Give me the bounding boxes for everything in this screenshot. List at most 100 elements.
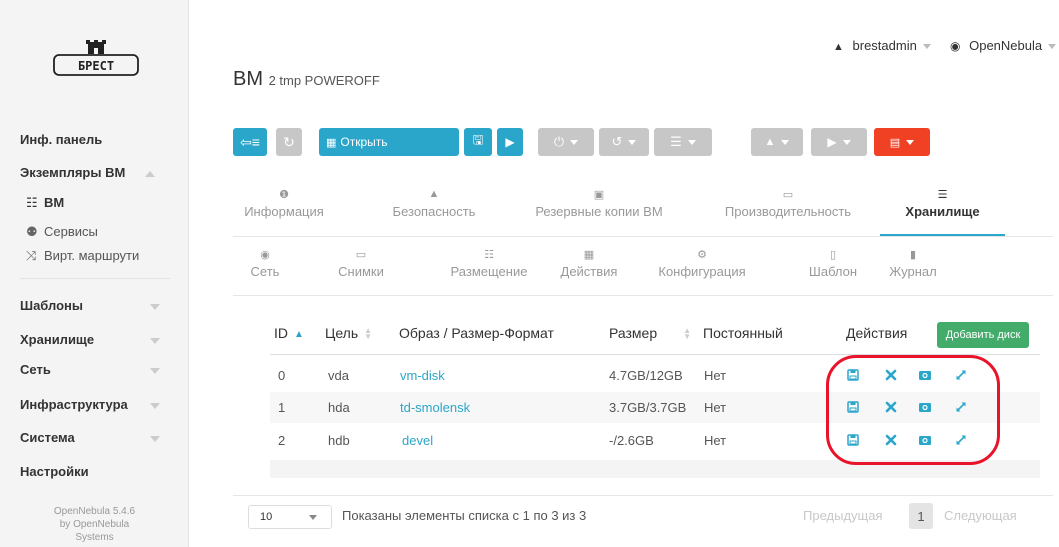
sidebar-item-services[interactable]: ⚉ Сервисы [26, 224, 98, 240]
globe-icon: ◉ [950, 39, 961, 53]
tab-conf[interactable]: ⚙ Конфигурация [640, 248, 764, 279]
column-header-label: Действия [846, 325, 908, 341]
play-button[interactable]: ▶ [497, 128, 523, 156]
version-text: OpenNebula 5.4.6 [53, 506, 136, 517]
sidebar-item-dashboard[interactable]: Инф. панель [20, 132, 102, 147]
tab-security[interactable]: ▲ Безопасность [375, 188, 493, 219]
play-icon: ▶ [505, 135, 515, 149]
column-header-persistent[interactable]: Постоянный [703, 325, 783, 341]
laptop-icon: ▭ [355, 249, 367, 261]
page-title: ВМ 2 tmp POWEROFF [233, 68, 380, 91]
sidebar-item-label: Инф. панель [20, 132, 103, 147]
services-icon: ⚉ [26, 224, 38, 239]
power-menu-button[interactable]: ⏻ [538, 128, 594, 156]
tab-snapshots[interactable]: ▭ Снимки [321, 248, 401, 279]
user-menu[interactable]: ▲ brestadmin [833, 38, 931, 53]
sidebar-item-settings[interactable]: Настройки [20, 464, 89, 479]
tab-log[interactable]: ▮ Журнал [878, 248, 948, 279]
file-text-icon: ▮ [909, 249, 917, 261]
chevron-down-icon [687, 139, 696, 145]
prev-page-button[interactable]: Предыдущая [803, 508, 883, 523]
svg-text:БРЕСТ: БРЕСТ [78, 59, 114, 73]
calendar-icon: ▦ [583, 249, 595, 261]
chevron-down-icon [781, 139, 790, 145]
disk-image-link[interactable]: vm-disk [400, 368, 445, 383]
tab-label: Производительность [724, 204, 852, 219]
disk-image-link[interactable]: devel [402, 433, 433, 448]
page-button-current[interactable]: 1 [909, 503, 933, 529]
trash-icon: ▤ [889, 136, 901, 149]
owner-menu-button[interactable]: ▲ [751, 128, 803, 156]
refresh-icon: ↻ [283, 133, 295, 150]
disk-id: 1 [278, 400, 286, 415]
chevron-up-icon [145, 171, 155, 177]
tab-storage[interactable]: ☰ Хранилище [880, 188, 1005, 219]
sidebar-item-vm-instances[interactable]: Экземпляры ВМ [20, 165, 155, 180]
tab-label: Резервные копии ВМ [535, 204, 663, 219]
disk-size: 3.7GB/3.7GB [609, 400, 687, 415]
sidebar-item-storage[interactable]: Хранилище [20, 332, 160, 347]
sidebar-item-label: Система [20, 430, 75, 445]
tag-icon: ▶ [827, 135, 837, 149]
sidebar-item-label: Шаблоны [20, 298, 83, 313]
reboot-menu-button[interactable]: ↺ [599, 128, 649, 156]
column-header-target[interactable]: Цель ▲ ▼ [325, 325, 372, 341]
tab-backups[interactable]: ▣ Резервные копии ВМ [519, 188, 679, 219]
sitemap-icon: ☷ [484, 249, 494, 261]
chevron-down-icon [150, 436, 160, 442]
sidebar-item-vms[interactable]: ☷ ВМ [26, 195, 64, 211]
chevron-down-icon [906, 139, 915, 145]
chevron-down-icon [570, 139, 579, 145]
disk-size: 4.7GB/12GB [609, 368, 683, 383]
column-header-image[interactable]: Образ / Размер-Формат [399, 325, 554, 341]
open-button[interactable]: ▦ Открыть [319, 135, 388, 149]
column-header-size[interactable]: Размер ▲ ▼ [609, 325, 691, 341]
labels-menu-button[interactable]: ▶ [811, 128, 867, 156]
back-to-list-button[interactable]: ⇦≡ [233, 128, 267, 156]
gear-icon: ⚙ [697, 249, 707, 261]
info-icon: ❶ [279, 189, 289, 201]
sidebar-item-system[interactable]: Система [20, 430, 160, 445]
tab-info[interactable]: ❶ Информация [236, 188, 332, 219]
brest-logo[interactable]: БРЕСТ [50, 40, 142, 78]
tab-capacity[interactable]: ▭ Производительность [704, 188, 872, 219]
tab-template[interactable]: ▯ Шаблон [793, 248, 873, 279]
grid-icon: ☷ [26, 195, 38, 210]
sidebar-item-label: Инфраструктура [20, 397, 128, 412]
sidebar-item-virtual-routers[interactable]: ⤨ Вирт. маршрути [26, 248, 139, 264]
tab-label: Безопасность [392, 204, 476, 219]
back-list-icon: ⇦≡ [240, 133, 260, 150]
window-icon: ▦ [326, 136, 337, 149]
column-header-label: Образ / Размер-Формат [399, 325, 554, 341]
delete-menu-button[interactable]: ▤ [874, 128, 930, 156]
sidebar-item-templates[interactable]: Шаблоны [20, 298, 160, 313]
user-icon: ▲ [833, 41, 844, 53]
page-size-value: 10 [260, 511, 273, 523]
add-disk-button[interactable]: Добавить диск [937, 322, 1029, 348]
chevron-down-icon [150, 403, 160, 409]
divider [233, 236, 1053, 237]
next-page-button[interactable]: Следующая [944, 508, 1017, 523]
vendor-link[interactable]: by OpenNebula [0, 518, 189, 531]
save-button[interactable]: 🖫 [464, 128, 492, 156]
add-disk-label: Добавить диск [945, 329, 1021, 341]
tab-network[interactable]: ◉ Сеть [238, 248, 292, 279]
zone-menu[interactable]: ◉ OpenNebula [950, 38, 1057, 53]
disk-persistent: Нет [704, 433, 727, 448]
tab-placement[interactable]: ☷ Размещение [434, 248, 544, 279]
list-menu-button[interactable]: ☰ [654, 128, 712, 156]
tab-label: Конфигурация [658, 264, 746, 279]
list-icon: ☰ [670, 134, 682, 149]
sidebar-item-infrastructure[interactable]: Инфраструктура [20, 397, 160, 412]
tab-label: Действия [560, 264, 618, 279]
disk-image-link[interactable]: td-smolensk [400, 400, 470, 415]
page-size-select[interactable]: 10 [248, 505, 332, 529]
tab-actions[interactable]: ▦ Действия [548, 248, 630, 279]
globe-icon: ◉ [260, 249, 270, 261]
refresh-button[interactable]: ↻ [276, 128, 302, 156]
disk-target: vda [328, 368, 349, 383]
column-header-id[interactable]: ID ▲ [274, 325, 304, 341]
archive-icon: ▣ [593, 189, 605, 201]
sidebar-item-network[interactable]: Сеть [20, 362, 160, 377]
version-info: OpenNebula 5.4.6 by OpenNebula Systems [0, 505, 189, 544]
